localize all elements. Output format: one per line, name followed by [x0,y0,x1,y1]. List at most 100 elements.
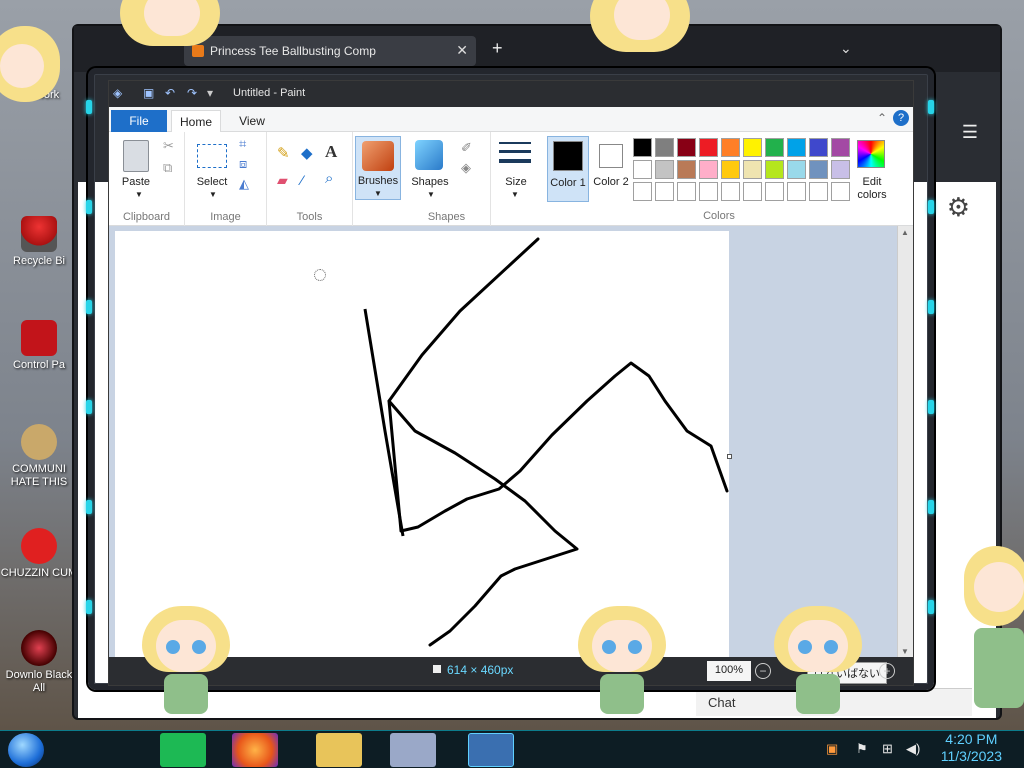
palette-swatch[interactable] [677,138,696,157]
taskbar-task-manager[interactable] [390,733,436,767]
palette-swatch[interactable] [721,160,740,179]
copy-icon[interactable]: ⧉ [163,160,172,176]
select-button[interactable]: Select [189,176,235,189]
outline-icon[interactable]: ✐ [461,140,472,156]
network-icon[interactable]: ⊞ [882,741,893,757]
color2-button[interactable]: Color 2 [591,136,631,202]
hamburger-menu-icon[interactable]: ☰ [962,122,978,143]
palette-swatch[interactable] [655,182,674,201]
palette-swatch[interactable] [699,138,718,157]
palette-swatch[interactable] [743,160,762,179]
cut-icon[interactable]: ✂ [163,138,174,154]
scroll-up-icon[interactable]: ▲ [901,228,909,237]
tray-flag-icon[interactable]: ⚑ [856,741,868,757]
taskbar-firefox[interactable] [232,733,278,767]
palette-swatch[interactable] [787,160,806,179]
color-picker-icon[interactable]: ⁄ [301,172,303,188]
palette-swatch[interactable] [831,160,850,179]
palette-swatch[interactable] [633,138,652,157]
desktop-icon-recycle-bin[interactable]: Recycle Bi [0,216,78,268]
palette-swatch[interactable] [809,160,828,179]
browser-tab[interactable]: Princess Tee Ballbusting Comp ✕ [184,36,476,66]
palette-swatch[interactable] [831,138,850,157]
palette-swatch[interactable] [743,182,762,201]
text-icon[interactable]: A [325,142,337,162]
palette-swatch[interactable] [633,182,652,201]
system-clock[interactable]: 4:20 PM 11/3/2023 [941,731,1002,765]
edit-colors-button[interactable]: Edit colors [851,136,893,202]
money-bag-icon [21,424,57,460]
tab-file[interactable]: File [111,110,167,132]
palette-swatch[interactable] [787,138,806,157]
taskbar: ▣ ⚑ ⊞ ◀) 4:20 PM 11/3/2023 [0,730,1024,768]
tab-view[interactable]: View [227,110,277,128]
character-sticker [572,596,672,722]
size-button[interactable]: Size [493,176,539,189]
character-sticker [120,0,220,50]
palette-swatch[interactable] [721,182,740,201]
palette-swatch[interactable] [787,182,806,201]
palette-swatch[interactable] [809,182,828,201]
palette-swatch[interactable] [677,182,696,201]
brush-icon [362,141,394,171]
crop-icon[interactable]: ⌗ [239,136,246,152]
palette-swatch[interactable] [699,160,718,179]
color1-label: Color 1 [550,177,586,189]
shapes-button[interactable]: Shapes [405,176,455,189]
undo-icon[interactable]: ↶ [165,86,179,100]
palette-swatch[interactable] [655,160,674,179]
palette-swatch[interactable] [699,182,718,201]
scroll-down-icon[interactable]: ▼ [901,647,909,656]
color1-button[interactable]: Color 1 [547,136,589,202]
tray-app-icon[interactable]: ▣ [826,741,838,757]
volume-icon[interactable]: ◀) [906,741,920,757]
minimize-ribbon-icon[interactable]: ⌃ [877,111,887,125]
gear-icon[interactable]: ⚙ [947,192,970,223]
start-button[interactable] [8,733,44,767]
new-tab-button[interactable]: + [492,38,503,59]
desktop-icon-control-panel[interactable]: Control Pa [0,320,78,372]
brushes-button[interactable]: Brushes ▼ [355,136,401,200]
help-icon[interactable]: ? [893,110,909,126]
palette-swatch[interactable] [809,138,828,157]
taskbar-file-explorer[interactable] [316,733,362,767]
rotate-icon[interactable]: ◭ [239,176,249,192]
eraser-icon[interactable]: ▰ [277,172,288,189]
zoom-level[interactable]: 100% [707,661,751,681]
palette-swatch[interactable] [765,182,784,201]
desktop-icon-download[interactable]: Downlo Black All [0,630,78,695]
neon-light [86,300,92,314]
palette-swatch[interactable] [655,138,674,157]
tab-home[interactable]: Home [171,110,221,133]
list-all-tabs-button[interactable]: ⌄ [840,40,852,57]
save-icon[interactable]: ▣ [143,86,157,100]
palette-swatch[interactable] [721,138,740,157]
desktop-icon-chuzzin[interactable]: CHUZZIN CUM [0,528,78,580]
customize-toolbar-icon[interactable]: ▾ [207,86,221,100]
fill-icon[interactable]: ◆ [301,144,313,162]
zoom-in-icon[interactable]: + [879,663,895,679]
palette-swatch[interactable] [765,138,784,157]
resize-handle[interactable] [727,454,732,459]
paint-title-bar[interactable]: ◈ ▣ ↶ ↷ ▾ Untitled - Paint [109,81,913,107]
taskbar-spotify[interactable] [160,733,206,767]
stroke [363,308,405,537]
taskbar-paint[interactable] [468,733,514,767]
pencil-icon[interactable]: ✎ [277,144,290,162]
stroke [387,237,729,533]
palette-swatch[interactable] [831,182,850,201]
close-tab-icon[interactable]: ✕ [456,42,468,59]
character-face [156,620,216,672]
redo-icon[interactable]: ↷ [187,86,201,100]
resize-icon[interactable]: ⧈ [239,156,247,172]
palette-swatch[interactable] [765,160,784,179]
vertical-scrollbar[interactable]: ▲ ▼ [897,226,913,658]
paint-app-icon[interactable]: ◈ [113,86,127,100]
paste-button[interactable]: Paste [113,176,159,189]
magnifier-icon[interactable]: ⌕ [325,170,333,187]
fill-shape-icon[interactable]: ◈ [461,160,471,176]
desktop-icon-communi[interactable]: COMMUNI HATE THIS [0,424,78,489]
palette-swatch[interactable] [677,160,696,179]
palette-swatch[interactable] [633,160,652,179]
palette-swatch[interactable] [743,138,762,157]
